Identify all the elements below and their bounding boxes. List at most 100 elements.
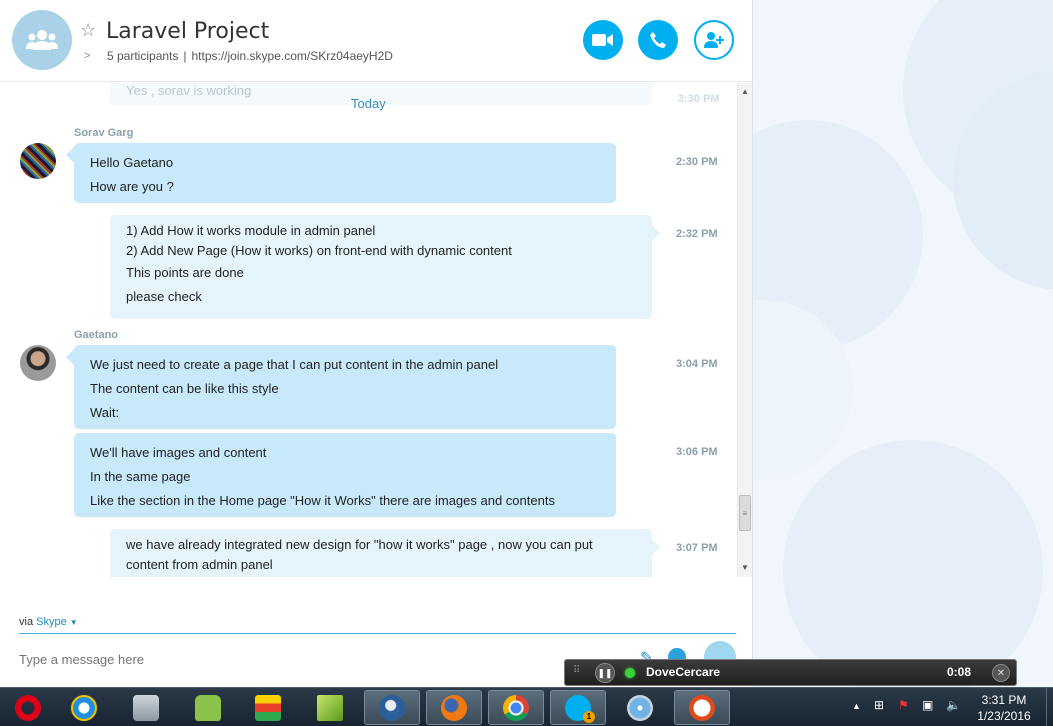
clock-time: 3:31 PM bbox=[981, 693, 1027, 707]
bubble-tail bbox=[652, 225, 660, 241]
message-time: 2:30 PM bbox=[676, 156, 718, 168]
taskbar-safari[interactable] bbox=[612, 690, 668, 725]
favorite-star-icon[interactable]: ☆ bbox=[80, 20, 96, 41]
chat-pane: ☆ Laravel Project > 5 participants | https… bbox=[0, 0, 753, 687]
message-line: 1) Add How it works module in admin pane… bbox=[126, 223, 376, 238]
message-time: 3:06 PM bbox=[676, 446, 718, 458]
add-participant-button[interactable] bbox=[694, 20, 734, 60]
bubble-tail bbox=[66, 349, 74, 365]
previous-message-time: 3:30 PM bbox=[678, 93, 720, 105]
taskbar-task-app[interactable] bbox=[674, 690, 730, 725]
conversation-subtitle: 5 participants | https://join.skype.com/SK… bbox=[107, 49, 393, 63]
message-bubble[interactable]: We'll have images and content In the sam… bbox=[74, 433, 616, 517]
background-pattern bbox=[753, 0, 1053, 687]
pause-button[interactable]: ❚❚ bbox=[595, 663, 615, 683]
taskbar-firefox[interactable] bbox=[426, 690, 482, 725]
safari-icon bbox=[627, 694, 653, 721]
avatar[interactable] bbox=[20, 143, 56, 179]
recording-status-icon bbox=[625, 668, 635, 678]
caret-down-icon[interactable]: ▼ bbox=[70, 618, 78, 627]
message-time: 3:07 PM bbox=[676, 542, 718, 554]
via-label: via bbox=[19, 616, 34, 628]
conversation-title: Laravel Project bbox=[106, 19, 270, 44]
message-line: please check bbox=[126, 289, 202, 304]
message-bubble[interactable]: Hello Gaetano How are you ? bbox=[74, 143, 616, 203]
via-service[interactable]: Skype bbox=[36, 616, 67, 628]
message-line: Wait: bbox=[90, 405, 120, 420]
message-bubble[interactable]: We just need to create a page that I can… bbox=[74, 345, 616, 429]
group-icon bbox=[26, 30, 58, 50]
taskbar-thunderbird[interactable] bbox=[364, 690, 420, 725]
message-line: Like the section in the Home page "How i… bbox=[90, 493, 555, 508]
internet-explorer-icon bbox=[71, 694, 97, 721]
flag-icon[interactable]: ⚑ bbox=[898, 698, 909, 712]
opera-icon bbox=[15, 694, 41, 721]
via-selector[interactable]: via Skype ▼ bbox=[19, 616, 78, 628]
taskbar-android[interactable] bbox=[180, 690, 236, 725]
phone-icon bbox=[650, 32, 666, 48]
close-button[interactable]: ✕ bbox=[992, 664, 1010, 682]
sender-name[interactable]: Gaetano bbox=[74, 329, 118, 341]
message-line: 2) Add New Page (How it works) on front-… bbox=[126, 243, 512, 258]
close-icon: ✕ bbox=[996, 667, 1006, 679]
message-line: We just need to create a page that I can… bbox=[90, 357, 499, 372]
message-scrollbar[interactable]: ▲ ≡ ▼ bbox=[737, 83, 752, 577]
video-call-button[interactable] bbox=[583, 20, 623, 60]
audio-call-button[interactable] bbox=[638, 20, 678, 60]
sender-name[interactable]: Sorav Garg bbox=[74, 127, 133, 139]
taskbar-fl-studio[interactable] bbox=[302, 690, 358, 725]
taskbar-internet-explorer[interactable] bbox=[56, 690, 112, 725]
pause-icon: ❚❚ bbox=[597, 667, 613, 678]
group-avatar[interactable] bbox=[12, 10, 72, 70]
volume-icon[interactable]: 🔈 bbox=[946, 698, 961, 712]
clock-date: 1/23/2016 bbox=[977, 709, 1031, 723]
show-hidden-icons-icon[interactable]: ▲ bbox=[852, 701, 861, 711]
participants-count[interactable]: 5 participants bbox=[107, 49, 178, 63]
message-line: In the same page bbox=[90, 469, 191, 484]
message-time: 3:04 PM bbox=[676, 358, 718, 370]
message-bubble[interactable]: we have already integrated new design fo… bbox=[110, 529, 652, 577]
message-line: How are you ? bbox=[90, 179, 174, 194]
show-desktop-button[interactable] bbox=[1046, 688, 1053, 726]
day-separator: Today bbox=[351, 96, 386, 111]
windows-icon[interactable]: ⊞ bbox=[874, 698, 884, 712]
message-line: The content can be like this style bbox=[90, 381, 279, 396]
message-line: This points are done bbox=[126, 265, 244, 280]
add-person-icon bbox=[704, 32, 724, 48]
message-bubble[interactable]: 1) Add How it works module in admin pane… bbox=[110, 215, 652, 319]
message-line: Hello Gaetano bbox=[90, 155, 174, 170]
task-app-icon bbox=[689, 694, 715, 721]
join-link[interactable]: https://join.skype.com/SKrz04aeyH2D bbox=[192, 49, 393, 63]
taskbar-vlc[interactable] bbox=[118, 690, 174, 725]
taskbar-chrome[interactable] bbox=[488, 690, 544, 725]
scroll-down-arrow-icon[interactable]: ▼ bbox=[741, 563, 749, 572]
system-clock[interactable]: 3:31 PM 1/23/2016 bbox=[968, 692, 1040, 724]
conversation-header: ☆ Laravel Project > 5 participants | https… bbox=[0, 0, 753, 82]
recording-timer: 0:08 bbox=[947, 665, 972, 679]
chrome-icon bbox=[503, 694, 529, 721]
separator: | bbox=[183, 49, 187, 63]
avatar[interactable] bbox=[20, 345, 56, 381]
drag-handle-icon[interactable]: ⠿ bbox=[573, 665, 580, 676]
android-icon bbox=[195, 694, 221, 721]
bubble-tail bbox=[66, 147, 74, 163]
taskbar-skype[interactable]: 1 bbox=[550, 690, 606, 725]
bluestacks-icon bbox=[255, 694, 281, 721]
scroll-thumb[interactable]: ≡ bbox=[739, 495, 751, 531]
video-camera-icon bbox=[592, 34, 613, 46]
vlc-icon bbox=[133, 694, 159, 721]
taskbar-bluestacks[interactable] bbox=[240, 690, 296, 725]
fl-studio-icon bbox=[317, 694, 343, 721]
firefox-icon bbox=[441, 694, 467, 721]
message-line: content from admin panel bbox=[126, 557, 273, 572]
composer-divider bbox=[19, 633, 736, 634]
recording-name: DoveCercare bbox=[646, 665, 721, 679]
scroll-up-arrow-icon[interactable]: ▲ bbox=[741, 87, 749, 96]
taskbar-opera[interactable] bbox=[0, 690, 56, 725]
message-input[interactable] bbox=[19, 652, 619, 667]
windows-taskbar: 1 ▲ ⊞ ⚑ ▣ 🔈 3:31 PM 1/23/2016 bbox=[0, 687, 1053, 726]
network-icon[interactable]: ▣ bbox=[922, 698, 933, 712]
chevron-right-icon[interactable]: > bbox=[84, 50, 90, 62]
message-line: We'll have images and content bbox=[90, 445, 267, 460]
notification-badge: 1 bbox=[583, 710, 595, 723]
